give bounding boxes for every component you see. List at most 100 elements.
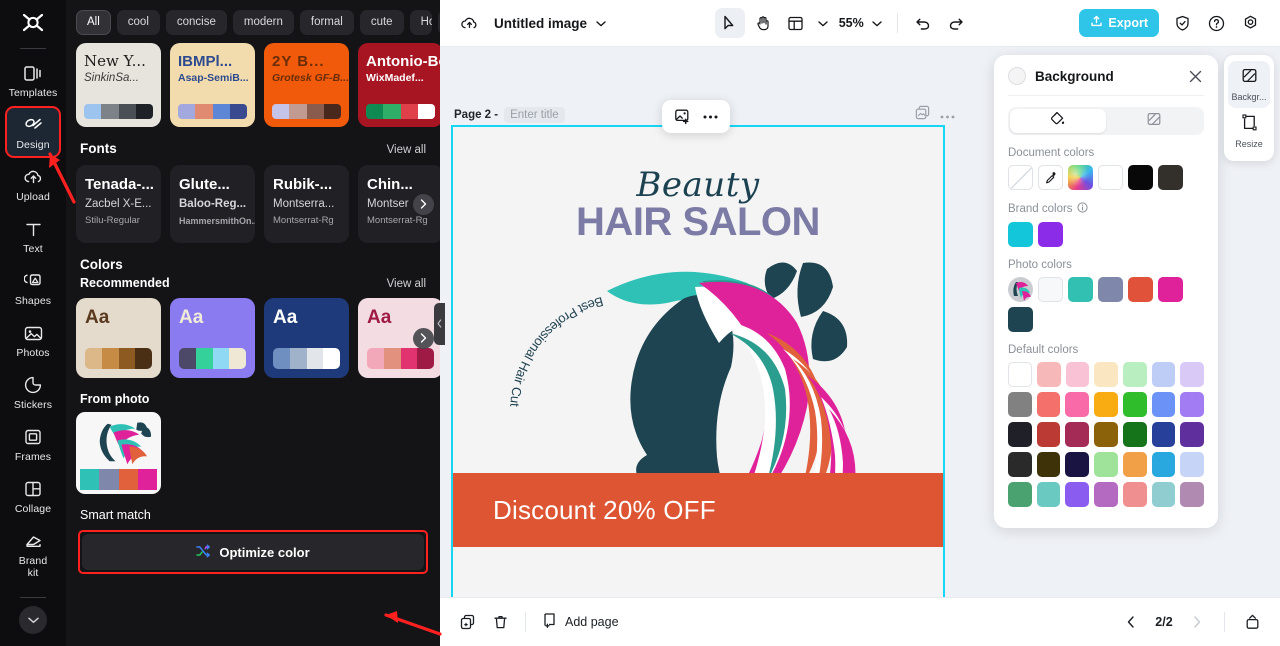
swatch-default-color[interactable] [1065,362,1090,387]
sidebar-item-stickers[interactable]: Stickers [6,367,60,417]
swatch-color-picker[interactable] [1068,165,1093,190]
swatch-default-color[interactable] [1180,482,1205,507]
swatch-default-color[interactable] [1122,362,1147,387]
swatch-default-color[interactable] [1122,422,1147,447]
template-card[interactable]: 2Y B... Grotesk GF-B... [264,43,349,127]
zoom-level-value[interactable]: 55% [835,16,864,30]
swatch-default-color[interactable] [1036,362,1061,387]
export-button[interactable]: Export [1079,9,1159,37]
select-tool-button[interactable] [714,8,745,38]
swatch-black[interactable] [1128,165,1153,190]
layout-caret-button[interactable] [814,8,832,38]
more-horizontal-icon[interactable] [940,106,955,124]
tab-pattern-fill[interactable] [1106,109,1202,133]
background-current-swatch[interactable] [1008,67,1026,85]
swatch-default-color[interactable] [1036,422,1061,447]
swatch-photo-offwhite[interactable] [1038,277,1063,302]
tab-solid-fill[interactable] [1010,109,1106,133]
sidebar-item-collage[interactable]: Collage [6,471,60,521]
collapse-panel-button[interactable] [1238,608,1266,636]
swatch-default-color[interactable] [1122,392,1147,417]
undo-button[interactable] [908,8,938,38]
sidebar-item-text[interactable]: Text [6,211,60,261]
swatch-photo-darkteal[interactable] [1008,307,1033,332]
chip-concise[interactable]: concise [165,10,227,35]
swatch-default-color[interactable] [1008,392,1032,417]
document-title[interactable]: Untitled image [494,14,606,32]
chip-holiday[interactable]: Holi [409,10,432,35]
sidebar-item-design[interactable]: Design [5,106,61,158]
fonts-view-all-link[interactable]: View all [387,144,426,156]
chip-all[interactable]: All [76,10,111,35]
swatch-brand-color[interactable] [1038,222,1063,247]
swatch-default-color[interactable] [1180,452,1205,477]
font-card[interactable]: Rubik-... Montserra... Montserrat-Rg [264,165,349,243]
rail-expand-button[interactable] [19,606,47,634]
info-icon[interactable] [1076,202,1088,216]
swatch-default-color[interactable] [1008,362,1032,387]
swatch-default-color[interactable] [1094,422,1118,447]
palette-card[interactable]: Aa [76,298,161,378]
swatch-default-color[interactable] [1151,422,1176,447]
sidebar-item-frames[interactable]: Frames [6,419,60,469]
swatch-eyedropper[interactable] [1038,165,1063,190]
template-card[interactable]: New Y... SinkinSa... [76,43,161,127]
sidebar-item-photos[interactable]: Photos [6,315,60,365]
swatch-default-color[interactable] [1008,452,1032,477]
canvas-script-title[interactable]: Beauty [453,165,943,205]
settings-gear-icon[interactable] [1236,8,1266,38]
capcut-logo[interactable] [0,0,66,46]
swatch-photo-teal[interactable] [1068,277,1093,302]
add-page-button[interactable]: Add page [537,612,625,633]
cloud-sync-icon[interactable] [454,8,484,38]
duplicate-icon[interactable] [454,608,482,636]
swatch-default-color[interactable] [1151,392,1176,417]
swatch-default-color[interactable] [1065,482,1090,507]
palette-card[interactable]: Aa [170,298,255,378]
more-horizontal-icon[interactable] [698,105,722,129]
trash-icon[interactable] [486,608,514,636]
swatch-default-color[interactable] [1036,452,1061,477]
swatch-default-color[interactable] [1036,392,1061,417]
swatch-photo-orange[interactable] [1128,277,1153,302]
swatch-default-color[interactable] [1008,482,1032,507]
sidebar-item-upload[interactable]: Upload [6,159,60,209]
swatch-default-color[interactable] [1065,422,1090,447]
swatch-transparent[interactable] [1008,165,1033,190]
swatch-default-color[interactable] [1008,422,1032,447]
template-card[interactable]: Antonio-Bo WixMadef... [358,43,440,127]
swatch-default-color[interactable] [1094,362,1118,387]
swatch-white[interactable] [1098,165,1123,190]
swatch-brand-color[interactable] [1008,222,1033,247]
palette-card[interactable]: Aa [264,298,349,378]
font-card[interactable]: Tenada-... Zacbel X-E... Stilu-Regular [76,165,161,243]
hand-tool-button[interactable] [748,8,778,38]
recommended-view-all-link[interactable]: View all [387,278,426,290]
page-title-input[interactable]: Enter title [504,107,565,123]
add-image-icon[interactable] [670,105,694,129]
chip-formal[interactable]: formal [299,10,354,35]
fonts-scroll-next-button[interactable] [413,194,434,215]
swatch-default-color[interactable] [1151,362,1176,387]
swatch-photo-slate[interactable] [1098,277,1123,302]
next-page-button[interactable] [1183,608,1211,636]
swatch-default-color[interactable] [1122,452,1147,477]
duplicate-page-icon[interactable] [915,105,930,125]
layout-tool-button[interactable] [781,8,811,38]
chip-modern[interactable]: modern [232,10,294,35]
canvas-main-title[interactable]: HAIR SALON [453,200,943,245]
sidebar-item-shapes[interactable]: Shapes [6,263,60,313]
chip-cool[interactable]: cool [116,10,160,35]
from-photo-card[interactable] [76,412,161,494]
swatch-photo-source[interactable] [1008,277,1033,302]
swatch-default-color[interactable] [1151,452,1176,477]
swatch-photo-magenta[interactable] [1158,277,1183,302]
design-canvas[interactable]: Beauty HAIR SALON Best Professional Hair… [451,125,945,597]
sidebar-item-brand-kit[interactable]: Brand kit [6,523,60,585]
canvas-discount-text[interactable]: Discount 20% OFF [493,495,716,526]
palette-scroll-next-button[interactable] [413,328,434,349]
swatch-default-color[interactable] [1036,482,1061,507]
swatch-default-color[interactable] [1094,392,1118,417]
swatch-default-color[interactable] [1065,452,1090,477]
font-card[interactable]: Glute... Baloo-Reg... HammersmithOn... [170,165,255,243]
